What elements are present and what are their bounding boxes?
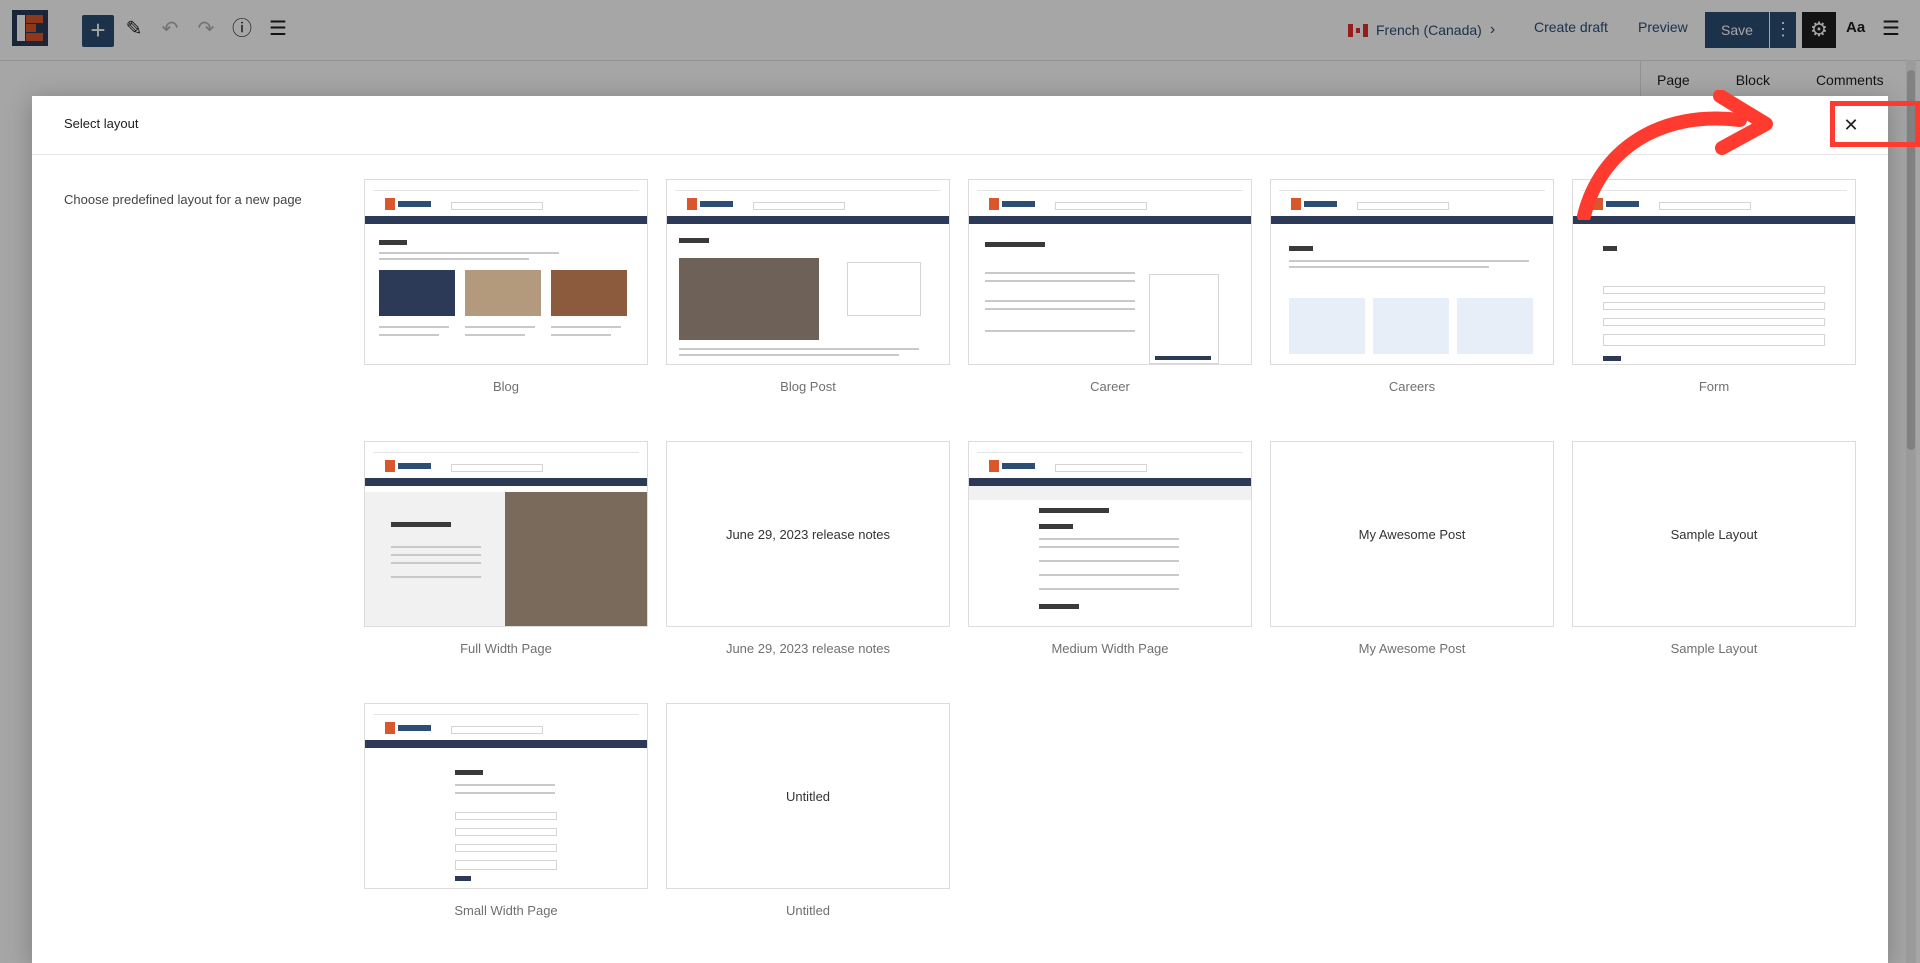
annotation-arrow-icon xyxy=(1577,90,1773,220)
layout-preview xyxy=(364,441,648,627)
close-highlight-box xyxy=(1830,101,1920,147)
layout-preview: Untitled xyxy=(666,703,950,889)
layout-preview-text: Sample Layout xyxy=(1670,526,1758,542)
layout-card-full-width-page[interactable]: Full Width Page xyxy=(364,441,648,656)
layout-preview-text: My Awesome Post xyxy=(1358,526,1466,542)
select-layout-modal: Select layout ✕ Choose predefined layout… xyxy=(32,96,1920,963)
layout-label: Untitled xyxy=(785,903,831,918)
layout-preview: Sample Layout xyxy=(1572,441,1856,627)
layout-preview xyxy=(1270,179,1554,365)
layout-card-blog-post[interactable]: Blog Post xyxy=(666,179,950,394)
layout-card-medium-width-page[interactable]: Medium Width Page xyxy=(968,441,1252,656)
layout-card-my-awesome-post[interactable]: My Awesome Post My Awesome Post xyxy=(1270,441,1554,656)
layout-hint: Choose predefined layout for a new page xyxy=(64,192,302,207)
layout-preview xyxy=(364,179,648,365)
layout-label: My Awesome Post xyxy=(1358,641,1466,656)
layout-label: Career xyxy=(1090,379,1130,394)
layout-card-release-notes[interactable]: June 29, 2023 release notes June 29, 202… xyxy=(666,441,950,656)
layout-preview xyxy=(968,441,1252,627)
layout-card-career[interactable]: Career xyxy=(968,179,1252,394)
layout-label: June 29, 2023 release notes xyxy=(725,641,891,656)
layout-label: Form xyxy=(1698,379,1730,394)
layout-label: Small Width Page xyxy=(454,903,558,918)
layout-preview xyxy=(364,703,648,889)
layout-label: Medium Width Page xyxy=(1051,641,1169,656)
layout-label: Full Width Page xyxy=(460,641,552,656)
modal-title: Select layout xyxy=(64,116,139,131)
layout-preview xyxy=(968,179,1252,365)
layout-card-sample-layout[interactable]: Sample Layout Sample Layout xyxy=(1572,441,1856,656)
layout-preview: My Awesome Post xyxy=(1270,441,1554,627)
layout-card-careers[interactable]: Careers xyxy=(1270,179,1554,394)
layout-label: Blog Post xyxy=(780,379,836,394)
layout-card-untitled[interactable]: Untitled Untitled xyxy=(666,703,950,918)
layout-label: Blog xyxy=(492,379,520,394)
layout-preview: June 29, 2023 release notes xyxy=(666,441,950,627)
layout-card-blog[interactable]: Blog xyxy=(364,179,648,394)
layout-card-small-width-page[interactable]: Small Width Page xyxy=(364,703,648,918)
layout-label: Sample Layout xyxy=(1670,641,1758,656)
layout-label: Careers xyxy=(1388,379,1436,394)
layout-preview-text: Untitled xyxy=(785,788,831,804)
layout-preview xyxy=(666,179,950,365)
layout-preview-text: June 29, 2023 release notes xyxy=(725,526,891,542)
